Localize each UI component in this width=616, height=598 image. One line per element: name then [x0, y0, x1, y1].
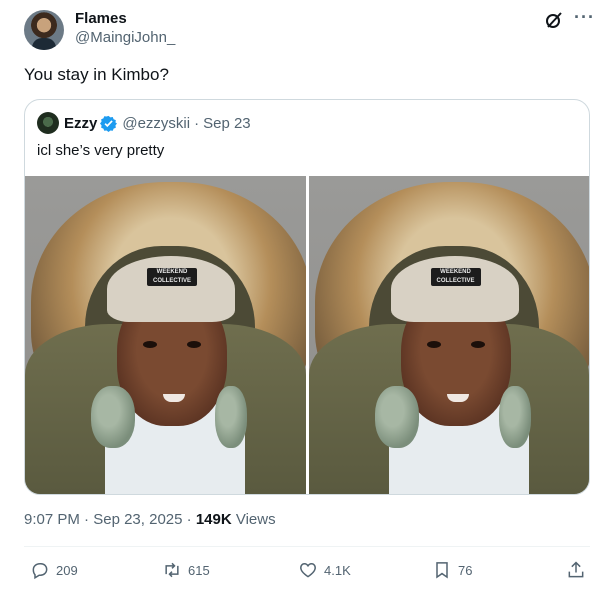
beanie: WEEKEND COLLECTIVE: [390, 256, 519, 322]
repost-icon: [165, 562, 179, 578]
quoted-display-name[interactable]: Ezzy: [64, 115, 97, 132]
more-icon[interactable]: ···: [574, 8, 594, 30]
author-names: Flames @MaingiJohn_: [75, 10, 175, 48]
quoted-avatar[interactable]: [37, 112, 59, 134]
like-count: 4.1K: [324, 562, 351, 578]
views-label: Views: [231, 511, 276, 528]
quoted-photos: WEEKEND COLLECTIVE WEEKEND COLLECTIVE: [25, 176, 589, 494]
photo-2[interactable]: WEEKEND COLLECTIVE: [308, 176, 589, 494]
tweet-header: Flames @MaingiJohn_ ···: [24, 8, 594, 50]
reply-count: 209: [56, 562, 78, 578]
quoted-tweet[interactable]: Ezzy @ezzyskii · Sep 23 icl she’s very p…: [24, 99, 590, 495]
bookmark-count: 76: [458, 562, 473, 578]
author-handle[interactable]: @MaingiJohn_: [75, 28, 175, 48]
tweet-time[interactable]: 9:07 PM: [24, 511, 80, 528]
beanie-label: WEEKEND COLLECTIVE: [430, 268, 481, 286]
repost-button[interactable]: 615: [162, 558, 210, 582]
meta-separator: ·: [182, 511, 196, 528]
tweet-text: You stay in Kimbo?: [24, 65, 169, 84]
quoted-text: icl she’s very pretty: [37, 142, 165, 159]
like-button[interactable]: 4.1K: [298, 558, 351, 582]
repost-count: 615: [188, 562, 210, 578]
beanie-label: WEEKEND COLLECTIVE: [147, 268, 197, 286]
quoted-separator: ·: [194, 114, 200, 132]
grok-icon[interactable]: [544, 10, 564, 30]
tweet-date[interactable]: Sep 23, 2025: [93, 511, 182, 528]
reply-button[interactable]: 209: [30, 558, 78, 582]
quoted-date[interactable]: Sep 23: [203, 115, 251, 132]
bookmark-button[interactable]: 76: [432, 558, 472, 582]
tweet: Flames @MaingiJohn_ ··· You stay in Kimb…: [0, 0, 616, 598]
meta-separator: ·: [79, 511, 94, 528]
photo-1[interactable]: WEEKEND COLLECTIVE: [25, 176, 306, 494]
quoted-handle[interactable]: @ezzyskii: [122, 115, 190, 132]
quoted-header: Ezzy @ezzyskii · Sep 23: [37, 112, 251, 134]
views-count: 149K: [195, 511, 232, 528]
share-icon: [568, 561, 584, 578]
share-button[interactable]: [566, 558, 592, 582]
heart-icon: [300, 562, 316, 578]
reply-icon: [32, 563, 48, 580]
beanie: WEEKEND COLLECTIVE: [107, 256, 235, 322]
author-avatar[interactable]: [24, 10, 64, 50]
tweet-meta: 9:07 PM · Sep 23, 2025 · 149K Views: [24, 510, 276, 530]
author-display-name[interactable]: Flames: [75, 10, 175, 28]
bookmark-icon: [436, 562, 448, 579]
divider: [24, 546, 590, 547]
action-bar: 209 615 4.1K 76: [24, 558, 590, 582]
verified-icon: [100, 115, 118, 132]
